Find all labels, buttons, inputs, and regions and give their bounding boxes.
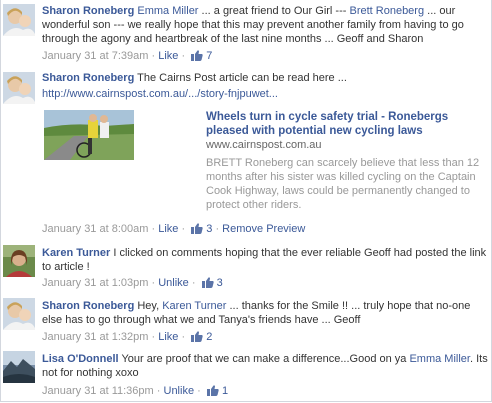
- separator: ·: [197, 385, 201, 397]
- comment-text: The Cairns Post article can be read here…: [137, 72, 347, 84]
- avatar-sharon[interactable]: [3, 72, 35, 104]
- separator: ·: [181, 223, 186, 235]
- avatar-sharon[interactable]: [3, 298, 35, 330]
- preview-domain: www.cairnspost.com.au: [206, 139, 322, 151]
- like-button[interactable]: Like: [158, 223, 178, 235]
- like-count[interactable]: 7: [206, 50, 212, 62]
- comment-author[interactable]: Karen Turner: [42, 247, 110, 259]
- comment-meta: January 31 at 1:03pm · Unlike · 3: [42, 276, 223, 290]
- comment-text-segment: ... a great friend to Our Girl ---: [198, 5, 350, 17]
- comment-body: Lisa O'Donnell Your are proof that we ca…: [42, 352, 488, 380]
- comment-timestamp[interactable]: January 31 at 11:36pm: [42, 385, 154, 397]
- comment-author[interactable]: Sharon Roneberg: [42, 72, 134, 84]
- like-count[interactable]: 3: [217, 277, 223, 289]
- separator: ·: [151, 50, 156, 62]
- separator: ·: [151, 223, 156, 235]
- thumbs-up-icon[interactable]: [191, 223, 203, 234]
- comment-author[interactable]: Sharon Roneberg: [42, 5, 134, 17]
- comment-body: Sharon Roneberg Emma Miller ... a great …: [42, 4, 488, 46]
- mention-link[interactable]: Emma Miller: [137, 5, 198, 17]
- avatar-lisa[interactable]: [3, 351, 35, 383]
- thumbs-up-icon[interactable]: [191, 50, 203, 61]
- separator: ·: [191, 277, 196, 289]
- comment-author[interactable]: Sharon Roneberg: [42, 300, 134, 312]
- comment-body: Sharon Roneberg The Cairns Post article …: [42, 71, 488, 85]
- comment-text-segment: Your are proof that we can make a differ…: [121, 353, 410, 365]
- like-button[interactable]: Like: [158, 50, 178, 62]
- comment-text-segment: Hey,: [137, 300, 163, 312]
- comment-timestamp[interactable]: January 31 at 1:03pm: [42, 277, 148, 289]
- mention-link[interactable]: Brett Roneberg: [349, 5, 424, 17]
- separator: ·: [151, 331, 156, 343]
- preview-title-link[interactable]: Wheels turn in cycle safety trial - Rone…: [206, 110, 486, 138]
- avatar-sharon[interactable]: [3, 4, 35, 36]
- thumbs-up-icon[interactable]: [191, 331, 203, 342]
- separator: ·: [215, 223, 220, 235]
- comment-body: Sharon Roneberg Hey, Karen Turner ... th…: [42, 299, 488, 327]
- comment-meta: January 31 at 1:32pm · Like · 2: [42, 330, 212, 344]
- separator: ·: [181, 50, 186, 62]
- separator: ·: [151, 277, 156, 289]
- comment-timestamp[interactable]: January 31 at 7:39am: [42, 50, 148, 62]
- comment-timestamp[interactable]: January 31 at 8:00am: [42, 223, 148, 235]
- like-count[interactable]: 1: [222, 385, 228, 397]
- avatar-karen[interactable]: [3, 245, 35, 277]
- like-count[interactable]: 3: [206, 223, 212, 235]
- mention-link[interactable]: Karen Turner: [162, 300, 226, 312]
- unlike-button[interactable]: Unlike: [164, 385, 195, 397]
- comment-author[interactable]: Lisa O'Donnell: [42, 353, 119, 365]
- separator: ·: [156, 385, 161, 397]
- comment-meta: January 31 at 7:39am · Like · 7: [42, 49, 212, 63]
- thumbs-up-icon[interactable]: [201, 277, 214, 288]
- unlike-button[interactable]: Unlike: [158, 277, 189, 289]
- article-thumbnail[interactable]: [44, 110, 134, 160]
- thumbs-up-icon[interactable]: [206, 385, 219, 396]
- mention-link[interactable]: Emma Miller: [409, 353, 470, 365]
- comment-body: Karen Turner I clicked on comments hopin…: [42, 246, 488, 274]
- comment-meta: January 31 at 11:36pm · Unlike · 1: [42, 384, 228, 398]
- comment-meta: January 31 at 8:00am · Like · 3 · Remove…: [42, 222, 305, 236]
- like-button[interactable]: Like: [158, 331, 178, 343]
- remove-preview-button[interactable]: Remove Preview: [222, 223, 305, 235]
- separator: ·: [181, 331, 186, 343]
- article-url-link[interactable]: http://www.cairnspost.com.au/.../story-f…: [42, 87, 278, 101]
- comment-timestamp[interactable]: January 31 at 1:32pm: [42, 331, 148, 343]
- preview-description: BRETT Roneberg can scarcely believe that…: [206, 157, 480, 211]
- like-count[interactable]: 2: [206, 331, 212, 343]
